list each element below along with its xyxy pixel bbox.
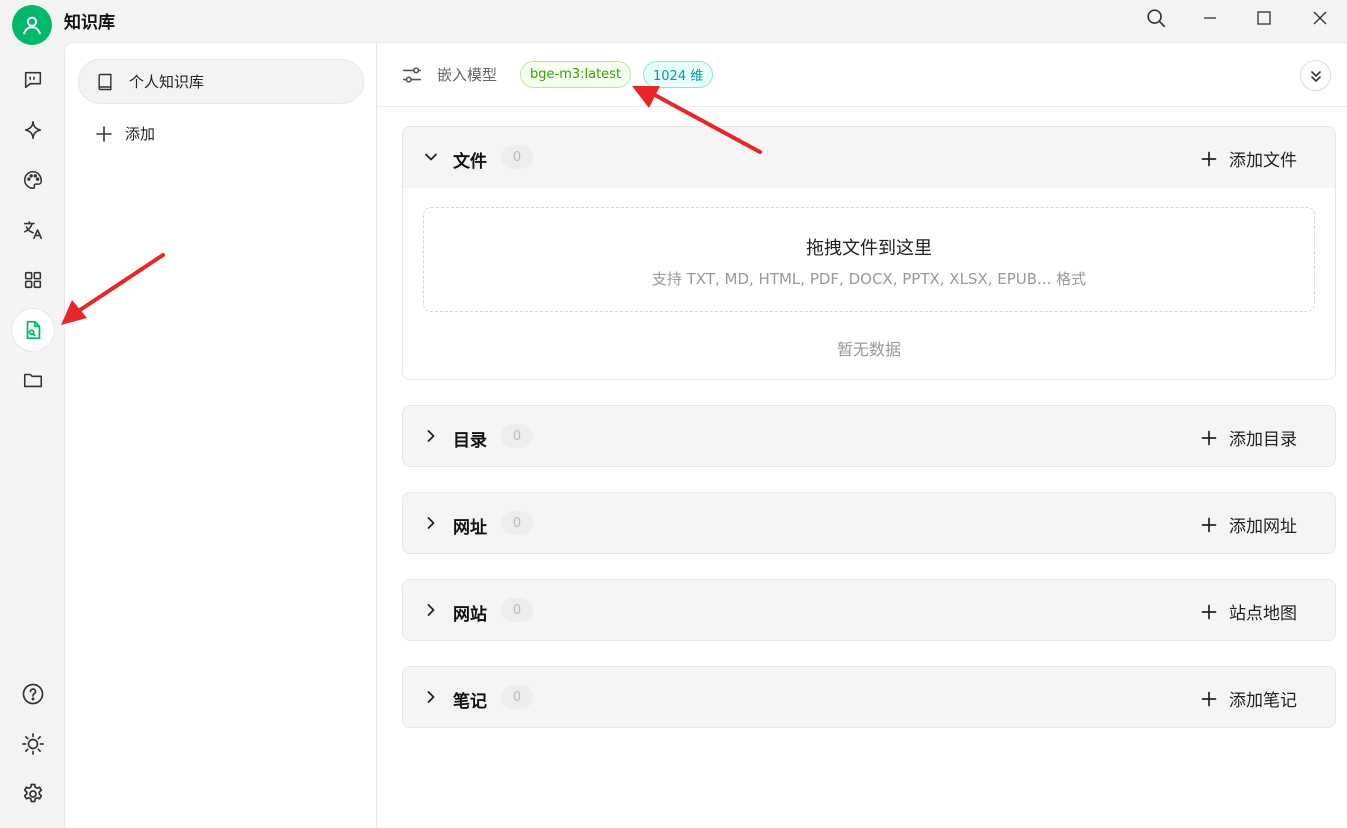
- empty-state-text: 暂无数据: [836, 340, 901, 359]
- add-directory-label: 添加目录: [1229, 430, 1297, 450]
- plus-icon: [1201, 604, 1217, 619]
- section-title: 网站: [453, 605, 487, 625]
- plus-icon: [1201, 517, 1217, 532]
- knowledge-list-panel: 个人知识库 添加: [64, 42, 377, 828]
- rail-paint-button[interactable]: [12, 159, 54, 201]
- chevron-right-icon: [427, 517, 435, 529]
- settings-gear-icon: [23, 783, 43, 803]
- maximize-button[interactable]: [1239, 0, 1289, 36]
- section-notes: 笔记 0 添加笔记: [402, 666, 1336, 728]
- rail-theme-button[interactable]: [12, 723, 54, 765]
- add-file-button[interactable]: 添加文件: [1201, 146, 1297, 171]
- section-websites-header[interactable]: 网站 0 站点地图: [403, 580, 1335, 640]
- book-icon: [98, 73, 112, 90]
- folder-icon: [23, 373, 43, 388]
- count-badge: 0: [501, 424, 533, 448]
- chevrons-down-icon: [1310, 70, 1321, 82]
- section-files-header[interactable]: 文件 0 添加文件: [403, 127, 1335, 188]
- app-title: 知识库: [64, 13, 115, 33]
- section-title: 文件: [453, 152, 487, 172]
- model-tag: bge-m3:latest: [520, 61, 632, 88]
- section-title: 笔记: [453, 692, 487, 712]
- embed-model-label: 嵌入模型: [437, 66, 498, 84]
- plus-icon: [1201, 691, 1217, 706]
- file-dropzone[interactable]: 拖拽文件到这里 支持 TXT, MD, HTML, PDF, DOCX, PPT…: [423, 207, 1315, 312]
- rail-knowledge-button[interactable]: [12, 309, 54, 351]
- add-note-label: 添加笔记: [1229, 691, 1297, 711]
- section-urls-header[interactable]: 网址 0 添加网址: [403, 493, 1335, 553]
- chevron-right-icon: [427, 691, 435, 703]
- dropzone-subtitle: 支持 TXT, MD, HTML, PDF, DOCX, PPTX, XLSX,…: [651, 270, 1087, 288]
- add-note-button[interactable]: 添加笔记: [1201, 686, 1297, 711]
- rail-files-button[interactable]: [12, 359, 54, 401]
- chevron-right-icon: [427, 604, 435, 616]
- plus-icon: [1201, 430, 1217, 445]
- section-websites: 网站 0 站点地图: [402, 579, 1336, 641]
- maximize-icon: [1257, 11, 1271, 25]
- user-icon: [23, 16, 41, 35]
- search-button[interactable]: [1131, 0, 1181, 36]
- dropzone-title: 拖拽文件到这里: [806, 238, 932, 259]
- close-button[interactable]: [1295, 0, 1345, 36]
- search-icon: [1147, 9, 1166, 28]
- plus-icon: [96, 125, 112, 142]
- section-title: 网址: [453, 518, 487, 538]
- dimension-tag: 1024 维: [643, 61, 714, 88]
- rail-agents-button[interactable]: [12, 109, 54, 151]
- detail-header: 嵌入模型 bge-m3:latest 1024 维: [377, 43, 1347, 107]
- sparkle-icon: [24, 120, 42, 140]
- rail-settings-button[interactable]: [12, 773, 54, 815]
- close-icon: [1313, 11, 1327, 25]
- help-icon: [22, 683, 44, 705]
- section-urls: 网址 0 添加网址: [402, 492, 1336, 554]
- add-url-button[interactable]: 添加网址: [1201, 512, 1297, 537]
- rail-chat-button[interactable]: [12, 59, 54, 101]
- add-sitemap-button[interactable]: 站点地图: [1201, 599, 1297, 624]
- count-badge: 0: [501, 598, 533, 622]
- add-knowledge-label: 添加: [125, 125, 156, 143]
- add-url-label: 添加网址: [1229, 517, 1297, 537]
- expand-button[interactable]: [1300, 60, 1331, 91]
- section-title: 目录: [453, 431, 487, 451]
- minimize-icon: [1204, 17, 1216, 19]
- chevron-down-icon: [425, 153, 437, 161]
- add-file-label: 添加文件: [1229, 151, 1297, 171]
- add-sitemap-label: 站点地图: [1229, 604, 1297, 624]
- section-directories-header[interactable]: 目录 0 添加目录: [403, 406, 1335, 466]
- translate-icon: [23, 220, 43, 240]
- minimize-button[interactable]: [1185, 0, 1235, 36]
- title-bar: 知识库: [0, 0, 1347, 45]
- knowledge-item-label: 个人知识库: [129, 73, 205, 91]
- add-knowledge-button[interactable]: 添加: [95, 123, 155, 144]
- sliders-icon[interactable]: [401, 64, 423, 86]
- count-badge: 0: [501, 511, 533, 535]
- rail-apps-button[interactable]: [12, 259, 54, 301]
- theme-sun-icon: [22, 733, 44, 755]
- plus-icon: [1201, 151, 1217, 166]
- section-notes-header[interactable]: 笔记 0 添加笔记: [403, 667, 1335, 727]
- rail-help-button[interactable]: [12, 673, 54, 715]
- rail-translate-button[interactable]: [12, 209, 54, 251]
- section-files: 文件 0 添加文件 拖拽文件到这里 支持 TXT, MD, HTML, PDF,…: [402, 126, 1336, 380]
- palette-icon: [24, 170, 43, 190]
- user-avatar[interactable]: [12, 5, 52, 45]
- knowledge-item-personal[interactable]: 个人知识库: [78, 59, 364, 104]
- chevron-right-icon: [427, 430, 435, 442]
- section-directories: 目录 0 添加目录: [402, 405, 1336, 467]
- add-directory-button[interactable]: 添加目录: [1201, 425, 1297, 450]
- count-badge: 0: [501, 685, 533, 709]
- knowledge-file-icon: [26, 320, 41, 340]
- count-badge: 0: [501, 145, 533, 169]
- chat-icon: [24, 71, 42, 89]
- apps-grid-icon: [24, 271, 42, 289]
- knowledge-detail: 嵌入模型 bge-m3:latest 1024 维 文件 0 添加文件 拖拽文件…: [377, 42, 1347, 828]
